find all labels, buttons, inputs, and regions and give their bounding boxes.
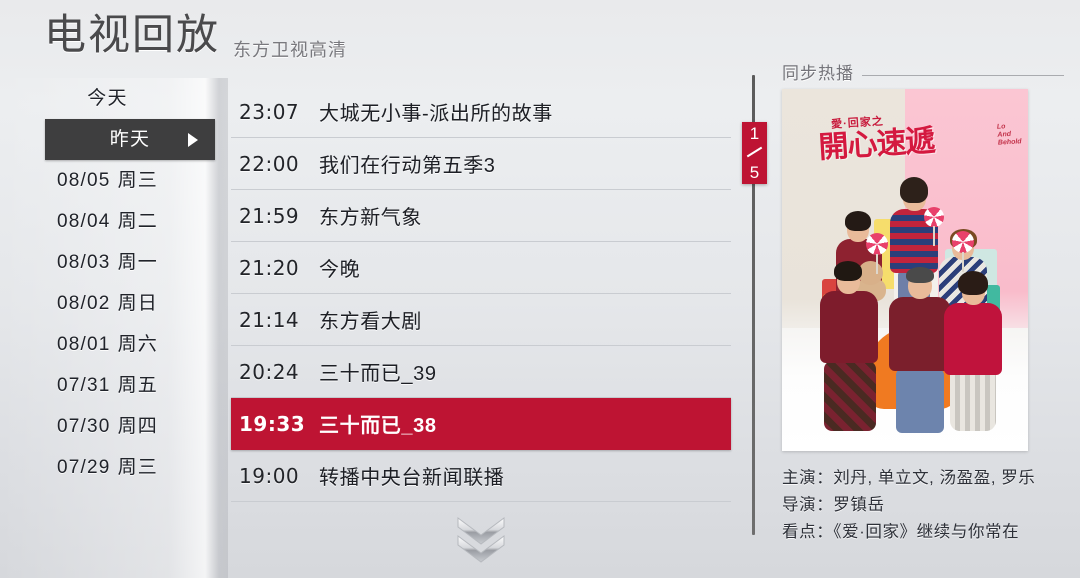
program-row[interactable]: 23:07 大城无小事-派出所的故事 <box>231 86 731 138</box>
promo-panel: 同步热播 愛·回家之 開心速遞 Lo And Behold 主演：刘丹, 单立文… <box>782 58 1080 578</box>
program-time: 22:00 <box>239 151 300 176</box>
promo-header-rule <box>862 75 1064 76</box>
program-row[interactable]: 19:33 三十而已_38 <box>231 398 731 450</box>
pagination-slash <box>746 146 763 158</box>
date-item-label: 08/02 <box>57 293 111 314</box>
promo-description-line: 主演：刘丹, 单立文, 汤盈盈, 罗乐 <box>782 469 1036 487</box>
date-item-label: 07/30 <box>57 416 111 437</box>
date-item-weekday: 周二 <box>117 211 158 232</box>
date-item-07-30[interactable]: 07/30 周四 <box>0 406 217 447</box>
double-chevron-down-icon <box>457 517 505 563</box>
program-time: 21:14 <box>239 307 300 332</box>
date-item-label: 今天 <box>87 88 128 109</box>
date-item-weekday: 周五 <box>117 375 158 396</box>
poster-logo-english: Lo And Behold <box>996 123 1022 147</box>
date-item-label: 08/03 <box>57 252 111 273</box>
date-item-weekday: 周六 <box>117 334 158 355</box>
program-time: 19:00 <box>239 463 300 488</box>
poster-lollipop-left <box>866 233 888 275</box>
program-row[interactable]: 20:24 三十而已_39 <box>231 346 731 398</box>
program-row[interactable]: 21:59 东方新气象 <box>231 190 731 242</box>
channel-name: 东方卫视高清 <box>233 40 347 60</box>
promo-header: 同步热播 <box>782 58 1080 84</box>
date-item-weekday: 周日 <box>117 293 158 314</box>
play-arrow-icon <box>188 132 198 147</box>
program-time: 19:33 <box>239 411 306 436</box>
program-title: 今晚 <box>319 259 361 281</box>
poster-lollipop-right <box>952 231 974 273</box>
date-sidebar: 今天 昨天 08/05 周三 08/04 周二 08/03 周一 08/02 周日 08/01 周六 0… <box>0 78 228 578</box>
date-item-08-01[interactable]: 08/01 周六 <box>0 324 217 365</box>
program-time: 23:07 <box>239 99 300 124</box>
pagination-current: 1 <box>749 124 760 143</box>
date-item-weekday: 周一 <box>117 252 158 273</box>
promo-description-line: 看点：《爱·回家》继续与你常在 <box>782 523 1020 541</box>
date-item-weekday: 周三 <box>117 457 158 478</box>
scroll-down-indicator[interactable] <box>231 512 731 568</box>
program-title: 三十而已_38 <box>319 415 437 437</box>
date-item-昨天[interactable]: 昨天 <box>45 119 215 160</box>
date-item-label: 07/31 <box>57 375 111 396</box>
date-item-label: 08/05 <box>57 170 111 191</box>
promo-description: 主演：刘丹, 单立文, 汤盈盈, 罗乐 导演：罗镇岳看点：《爱·回家》继续与你常在 <box>782 465 1080 546</box>
date-item-07-29[interactable]: 07/29 周三 <box>0 447 217 488</box>
program-title: 我们在行动第五季3 <box>319 155 496 177</box>
promo-poster[interactable]: 愛·回家之 開心速遞 Lo And Behold <box>782 89 1028 451</box>
promo-section-label: 同步热播 <box>782 63 854 83</box>
program-title: 转播中央台新闻联播 <box>319 467 505 489</box>
program-title: 大城无小事-派出所的故事 <box>319 103 553 125</box>
date-item-weekday: 周三 <box>117 170 158 191</box>
poster-lollipop-mid <box>924 207 944 247</box>
pagination-total: 5 <box>749 163 760 182</box>
promo-description-line: 导演：罗镇岳 <box>782 496 885 514</box>
date-item-07-31[interactable]: 07/31 周五 <box>0 365 217 406</box>
program-time: 21:20 <box>239 255 300 280</box>
date-item-label: 08/01 <box>57 334 111 355</box>
program-row[interactable]: 21:20 今晚 <box>231 242 731 294</box>
date-item-weekday: 周四 <box>117 416 158 437</box>
pagination-badge[interactable]: 1 5 <box>742 122 767 184</box>
program-row[interactable]: 21:14 东方看大剧 <box>231 294 731 346</box>
program-time: 21:59 <box>239 203 300 228</box>
program-time: 20:24 <box>239 359 300 384</box>
page-title: 电视回放 <box>44 11 221 58</box>
program-title: 东方看大剧 <box>319 311 422 333</box>
date-item-label: 昨天 <box>109 129 151 150</box>
program-title: 三十而已_39 <box>319 363 437 385</box>
date-item-今天[interactable]: 今天 <box>0 78 217 119</box>
date-item-label: 07/29 <box>57 457 111 478</box>
date-item-08-02[interactable]: 08/02 周日 <box>0 283 217 324</box>
program-list: 23:07 大城无小事-派出所的故事 22:00 我们在行动第五季3 21:59 东方新气… <box>231 86 731 504</box>
date-item-08-04[interactable]: 08/04 周二 <box>0 201 217 242</box>
date-item-label: 08/04 <box>57 211 111 232</box>
date-item-08-03[interactable]: 08/03 周一 <box>0 242 217 283</box>
program-row[interactable]: 19:00 转播中央台新闻联播 <box>231 450 731 502</box>
program-title: 东方新气象 <box>319 207 422 229</box>
program-row[interactable]: 22:00 我们在行动第五季3 <box>231 138 731 190</box>
date-item-08-05[interactable]: 08/05 周三 <box>0 160 217 201</box>
